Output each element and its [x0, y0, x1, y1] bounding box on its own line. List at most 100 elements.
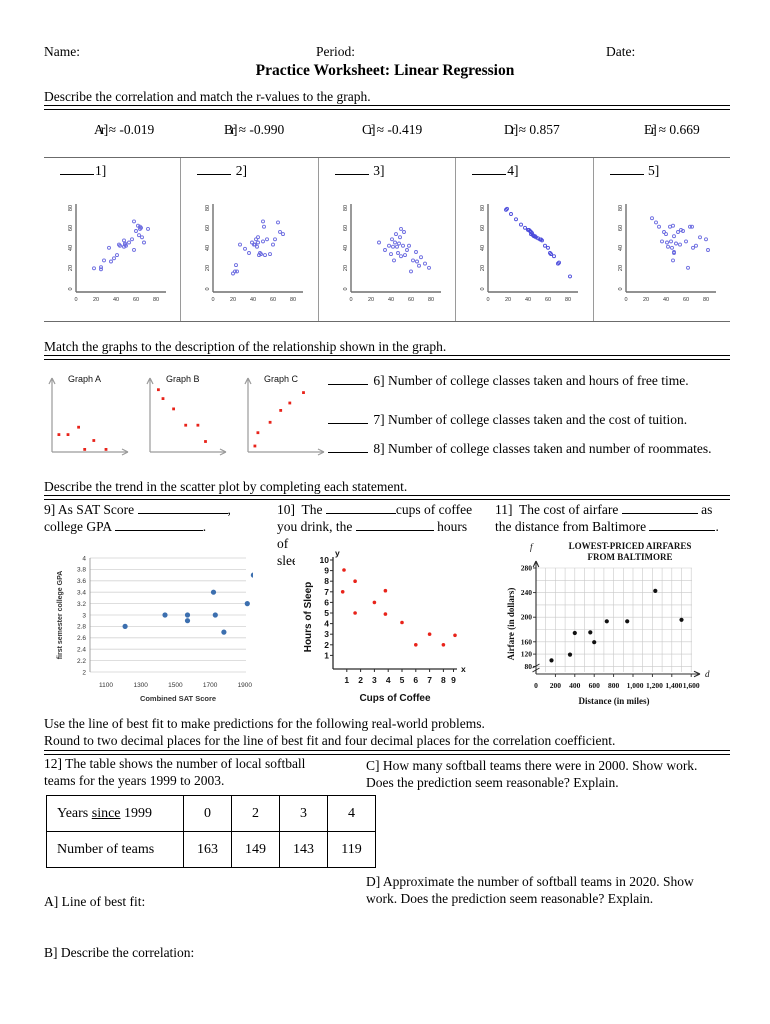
question-12-part-d: D] Approximate the number of softball te… — [366, 874, 694, 906]
svg-text:40: 40 — [250, 297, 256, 303]
coffee-x-axis-letter: x — [461, 664, 466, 674]
panel-2-plot: 80 60 40 20 0 0 20 40 60 80 — [189, 198, 311, 310]
svg-text:160: 160 — [521, 637, 533, 646]
svg-text:40: 40 — [618, 245, 624, 251]
answer-blank-3[interactable] — [334, 163, 369, 175]
svg-text:20: 20 — [643, 297, 649, 303]
answer-blank-8[interactable] — [328, 441, 368, 453]
svg-text:3.2: 3.2 — [77, 601, 86, 608]
svg-text:3.6: 3.6 — [77, 578, 86, 585]
svg-text:20: 20 — [205, 265, 211, 271]
answer-blank-7[interactable] — [328, 412, 368, 424]
svg-text:2.4: 2.4 — [77, 647, 86, 654]
airfare-ylabel: Airfare (in dollars) — [506, 588, 516, 661]
answer-blank-11b[interactable] — [649, 518, 716, 531]
svg-text:60: 60 — [683, 297, 689, 303]
svg-text:20: 20 — [343, 265, 349, 271]
panel-4-points — [504, 206, 573, 279]
svg-text:1: 1 — [324, 650, 329, 660]
svg-text:10: 10 — [320, 555, 330, 565]
graph-c-points — [253, 391, 305, 448]
answer-blank-1[interactable] — [60, 163, 94, 175]
svg-text:60: 60 — [408, 297, 414, 303]
graph-a-points — [57, 425, 108, 451]
years-cell-0: 0 — [183, 795, 232, 832]
svg-text:2: 2 — [324, 640, 329, 650]
teams-cell-2: 143 — [279, 831, 328, 868]
r-value-d: D] r ≈ 0.857 — [504, 122, 560, 137]
svg-text:1100: 1100 — [99, 682, 113, 689]
answer-blank-6[interactable] — [328, 373, 368, 385]
svg-text:60: 60 — [205, 225, 211, 231]
svg-text:1,200: 1,200 — [646, 681, 663, 690]
svg-text:40: 40 — [388, 297, 394, 303]
svg-text:1,600: 1,600 — [683, 681, 700, 690]
svg-text:9: 9 — [324, 566, 329, 576]
answer-blank-9b[interactable] — [114, 518, 203, 531]
teams-cell-1: 149 — [231, 831, 280, 868]
svg-text:20: 20 — [505, 297, 511, 303]
r-value-c: C] r ≈ -0.419 — [362, 122, 423, 137]
r-value-a: A] r ≈ -0.019 — [94, 122, 155, 137]
svg-text:80: 80 — [480, 205, 486, 211]
airfare-chart: LOWEST-PRICED AIRFARES FROM BALTIMORE f — [502, 536, 730, 711]
svg-text:40: 40 — [525, 297, 531, 303]
softball-data-table: Years since 1999 0 2 3 4 Number of teams… — [46, 795, 376, 868]
svg-text:6: 6 — [324, 597, 329, 607]
teams-cell-3: 119 — [327, 831, 376, 868]
graph-c: Graph C — [240, 370, 330, 458]
name-label: Name: — [44, 44, 80, 59]
graph-c-label: Graph C — [264, 374, 299, 384]
svg-text:0: 0 — [618, 287, 624, 290]
coffee-ylabel: Hours of Sleep — [303, 582, 314, 653]
svg-text:80: 80 — [618, 205, 624, 211]
scatter-panel-5: 5] 80 60 40 20 0 0 20 40 60 80 — [594, 158, 730, 321]
svg-text:200: 200 — [521, 613, 533, 622]
answer-blank-9a[interactable] — [137, 501, 228, 514]
svg-text:0: 0 — [624, 297, 627, 303]
question-11: 11] The cost of airfare as the distance … — [495, 501, 719, 534]
svg-text:80: 80 — [153, 297, 159, 303]
svg-text:40: 40 — [480, 245, 486, 251]
svg-text:1: 1 — [344, 675, 349, 685]
section3-instruction: Describe the trend in the scatter plot b… — [44, 479, 408, 494]
svg-text:40: 40 — [68, 245, 74, 251]
svg-text:80: 80 — [68, 205, 74, 211]
panel-2-points — [231, 219, 286, 276]
svg-text:20: 20 — [68, 265, 74, 271]
answer-blank-5[interactable] — [609, 163, 644, 175]
svg-text:20: 20 — [618, 265, 624, 271]
svg-text:80: 80 — [205, 205, 211, 211]
svg-text:80: 80 — [703, 297, 709, 303]
panel-1-points — [92, 219, 150, 272]
svg-text:0: 0 — [487, 297, 490, 303]
answer-blank-10a[interactable] — [325, 501, 396, 514]
svg-text:2: 2 — [358, 675, 363, 685]
scatter-panel-1: 1] 80 60 40 20 0 0 20 40 60 80 — [44, 158, 182, 321]
svg-text:1,000: 1,000 — [627, 681, 644, 690]
graph-a: Graph A — [44, 370, 134, 458]
panel-1-label: 1] — [60, 163, 106, 179]
question-8: 8] Number of college classes taken and n… — [328, 441, 712, 457]
svg-text:1,400: 1,400 — [665, 681, 682, 690]
teams-cell-0: 163 — [183, 831, 232, 868]
row-header-years: Years since 1999 — [46, 795, 184, 832]
panel-5-label: 5] — [609, 163, 659, 179]
svg-text:0: 0 — [212, 297, 215, 303]
airfare-xlabel: Distance (in miles) — [579, 696, 650, 706]
answer-blank-2[interactable] — [197, 163, 232, 175]
svg-text:120: 120 — [521, 650, 533, 659]
page-title: Practice Worksheet: Linear Regression — [255, 62, 515, 79]
svg-text:20: 20 — [480, 265, 486, 271]
answer-blank-4[interactable] — [472, 163, 507, 175]
answer-blank-10b[interactable] — [355, 518, 434, 531]
svg-text:2.6: 2.6 — [77, 635, 86, 642]
svg-text:4: 4 — [386, 675, 391, 685]
row-header-teams: Number of teams — [46, 831, 184, 868]
scatter-panel-strip: 1] 80 60 40 20 0 0 20 40 60 80 2] 80 60 … — [44, 157, 730, 322]
svg-text:80: 80 — [565, 297, 571, 303]
question-12-prompt: 12] The table shows the number of local … — [44, 756, 306, 788]
svg-text:4: 4 — [82, 555, 86, 562]
answer-blank-11a[interactable] — [621, 501, 698, 514]
airfare-x-axis-letter: d — [705, 669, 710, 679]
